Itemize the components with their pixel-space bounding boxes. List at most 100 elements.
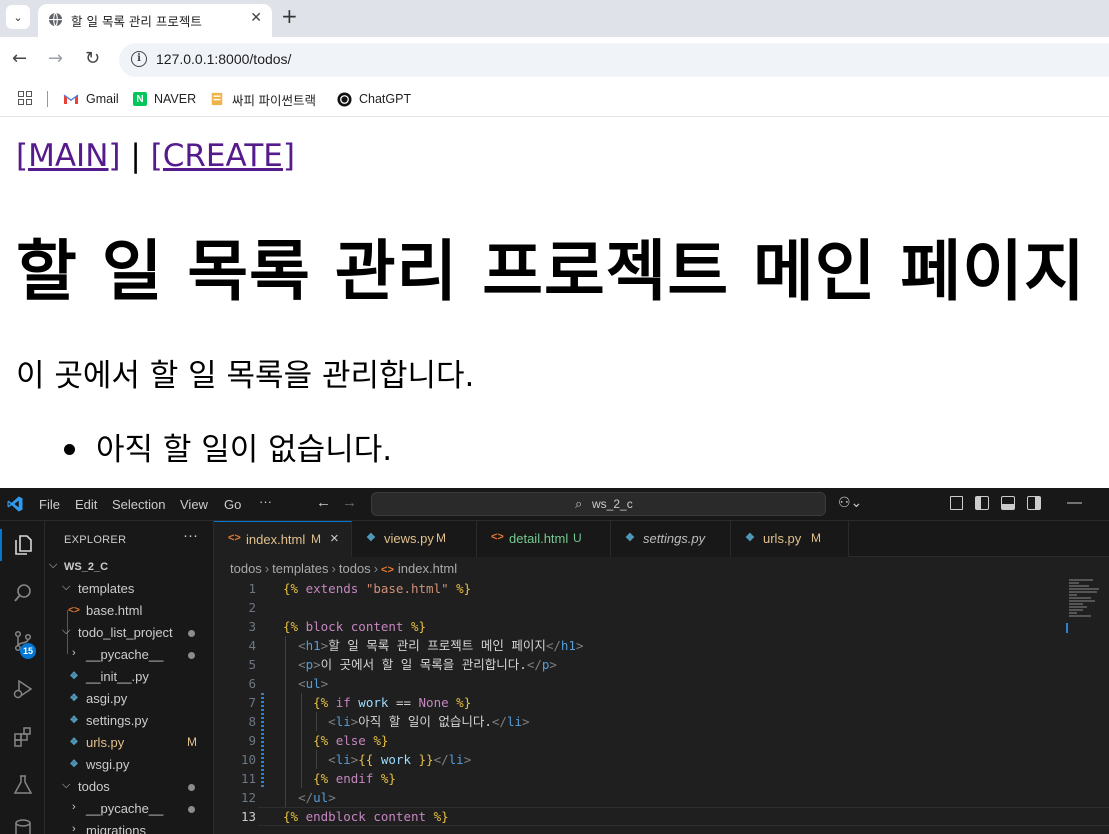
tree-item-label: wsgi.py [86, 757, 130, 772]
menu-view[interactable]: View [180, 497, 208, 512]
page-heading: 할 일 목록 관리 프로젝트 메인 페이지 [16, 233, 1086, 310]
address-bar[interactable]: i 127.0.0.1:8000/todos/ [119, 43, 1109, 77]
bookmark-naver[interactable]: N NAVER [133, 88, 196, 110]
tab-urls-py[interactable]: ❖ urls.py M [731, 521, 849, 557]
tab-views-py[interactable]: ❖ views.py M [352, 521, 477, 557]
minimap[interactable] [1069, 579, 1109, 619]
breadcrumb: todos › templates › todos › <> index.html [230, 561, 457, 576]
chevron-down-icon: ⌵ [62, 779, 71, 791]
activity-bar: 15 [0, 521, 45, 834]
indent-guide [300, 693, 302, 788]
status-dot [188, 784, 195, 791]
line-number: 6 [248, 676, 256, 691]
forward-arrow-icon[interactable]: → [48, 49, 63, 69]
browser-tab-active[interactable]: 할 일 목록 관리 프로젝트 ✕ [38, 4, 272, 37]
python-file-icon: ❖ [69, 693, 79, 704]
copilot-icon[interactable]: ⚇⌄ [838, 494, 862, 511]
todo-list: 아직 할 일이 없습니다. [63, 424, 392, 469]
code-line: </ul> [298, 790, 336, 805]
minimize-window-icon[interactable]: — [1067, 494, 1082, 511]
bookmark-ssafy[interactable]: 싸피 파이썬트랙 [209, 88, 316, 110]
toggle-panel-icon[interactable] [1001, 496, 1015, 510]
explorer-activity-icon[interactable] [0, 525, 45, 565]
git-change-gutter [261, 693, 264, 788]
tree-item-base-html[interactable]: <> base.html [45, 600, 214, 622]
bookmark-label: NAVER [154, 92, 197, 106]
run-debug-activity-icon[interactable] [0, 669, 45, 709]
tab-search-button[interactable]: ⌄ [6, 5, 30, 29]
database-activity-icon[interactable] [0, 809, 45, 834]
tab-detail-html[interactable]: <> detail.html U [477, 521, 611, 557]
site-info-icon[interactable]: i [131, 51, 147, 67]
testing-activity-icon[interactable] [0, 765, 45, 805]
toggle-sidebar-icon[interactable] [975, 496, 989, 510]
reload-icon[interactable]: ↻ [85, 49, 100, 69]
tree-item-ws_2_c[interactable]: ⌵ WS_2_C [45, 556, 214, 578]
python-file-icon: ❖ [69, 737, 79, 748]
back-arrow-icon[interactable]: ← [12, 49, 27, 69]
forward-arrow-icon[interactable]: → [342, 494, 357, 511]
back-arrow-icon[interactable]: ← [316, 494, 331, 511]
tree-item-label: __pycache__ [86, 801, 164, 816]
menu-more[interactable]: ··· [259, 494, 272, 509]
tab-label: urls.py [763, 531, 802, 546]
breadcrumb-item[interactable]: templates [272, 561, 328, 576]
apps-grid-icon[interactable] [18, 91, 32, 105]
minimap-change-marker [1066, 623, 1068, 633]
breadcrumb-item[interactable]: todos [230, 561, 262, 576]
tree-item-todos[interactable]: ⌵ todos [45, 776, 214, 798]
code-editor[interactable]: 1 {% extends "base.html" %} 2 3 {% block con… [214, 579, 1109, 834]
create-link[interactable]: [CREATE] [151, 138, 295, 174]
extensions-activity-icon[interactable] [0, 717, 45, 757]
tree-item-todo-list-project[interactable]: ⌵ todo_list_project [45, 622, 214, 644]
menu-go[interactable]: Go [224, 497, 241, 512]
status-dot [188, 630, 195, 637]
nav-separator: | [130, 138, 141, 174]
indent-guide [316, 712, 317, 731]
code-line: {% endblock content %} [283, 809, 449, 824]
breadcrumb-item[interactable]: index.html [398, 561, 457, 576]
source-control-activity-icon[interactable]: 15 [0, 621, 45, 661]
tab-index-html[interactable]: <> index.html M × [214, 521, 352, 557]
chevron-right-icon: › [72, 647, 76, 659]
tree-item-wsgi-py[interactable]: ❖ wsgi.py [45, 754, 214, 776]
tree-item-settings-py[interactable]: ❖ settings.py [45, 710, 214, 732]
list-item: 아직 할 일이 없습니다. [63, 424, 392, 469]
menu-file[interactable]: File [39, 497, 60, 512]
tree-item-pycache[interactable]: › __pycache__ [45, 644, 214, 666]
line-number: 4 [248, 638, 256, 653]
html-file-icon: <> [68, 605, 80, 616]
new-tab-icon[interactable]: + [281, 5, 298, 27]
tree-item-asgi-py[interactable]: ❖ asgi.py [45, 688, 214, 710]
line-number: 11 [240, 771, 256, 786]
explorer-more-icon[interactable]: ··· [183, 527, 198, 544]
bookmark-chatgpt[interactable]: ChatGPT [336, 88, 411, 110]
tree-item-todos-pycache[interactable]: › __pycache__ [45, 798, 214, 820]
breadcrumb-item[interactable]: todos [339, 561, 371, 576]
tree-item-urls-py[interactable]: ❖ urls.py M [45, 732, 214, 754]
tree-item-migrations[interactable]: › migrations [45, 820, 214, 834]
close-tab-icon[interactable]: ✕ [250, 10, 262, 26]
vscode-logo-icon [7, 496, 23, 512]
bookmark-gmail[interactable]: Gmail [63, 88, 119, 110]
chevron-down-icon: ⌵ [49, 559, 58, 571]
code-line: <li>{{ work }}</li> [328, 752, 472, 767]
folder-icon [209, 91, 225, 107]
menu-selection[interactable]: Selection [112, 497, 165, 512]
bookmark-label: ChatGPT [359, 92, 412, 106]
tab-settings-py[interactable]: ❖ settings.py [611, 521, 731, 557]
python-file-icon: ❖ [69, 759, 79, 770]
customize-layout-icon[interactable] [950, 496, 963, 510]
tree-item-templates[interactable]: ⌵ templates [45, 578, 214, 600]
modified-badge: M [187, 735, 197, 749]
main-link[interactable]: [MAIN] [16, 138, 120, 174]
search-activity-icon[interactable] [0, 573, 45, 613]
chevron-down-icon: ⌄ [13, 10, 23, 24]
line-number: 2 [248, 600, 256, 615]
tree-item-init-py[interactable]: ❖ __init__.py [45, 666, 214, 688]
close-icon[interactable]: × [330, 530, 339, 547]
command-center-search[interactable]: ⌕ ws_2_c [371, 492, 826, 516]
toggle-secondary-sidebar-icon[interactable] [1027, 496, 1041, 510]
code-line: <li>아직 할 일이 없습니다.</li> [328, 714, 530, 729]
menu-edit[interactable]: Edit [75, 497, 97, 512]
